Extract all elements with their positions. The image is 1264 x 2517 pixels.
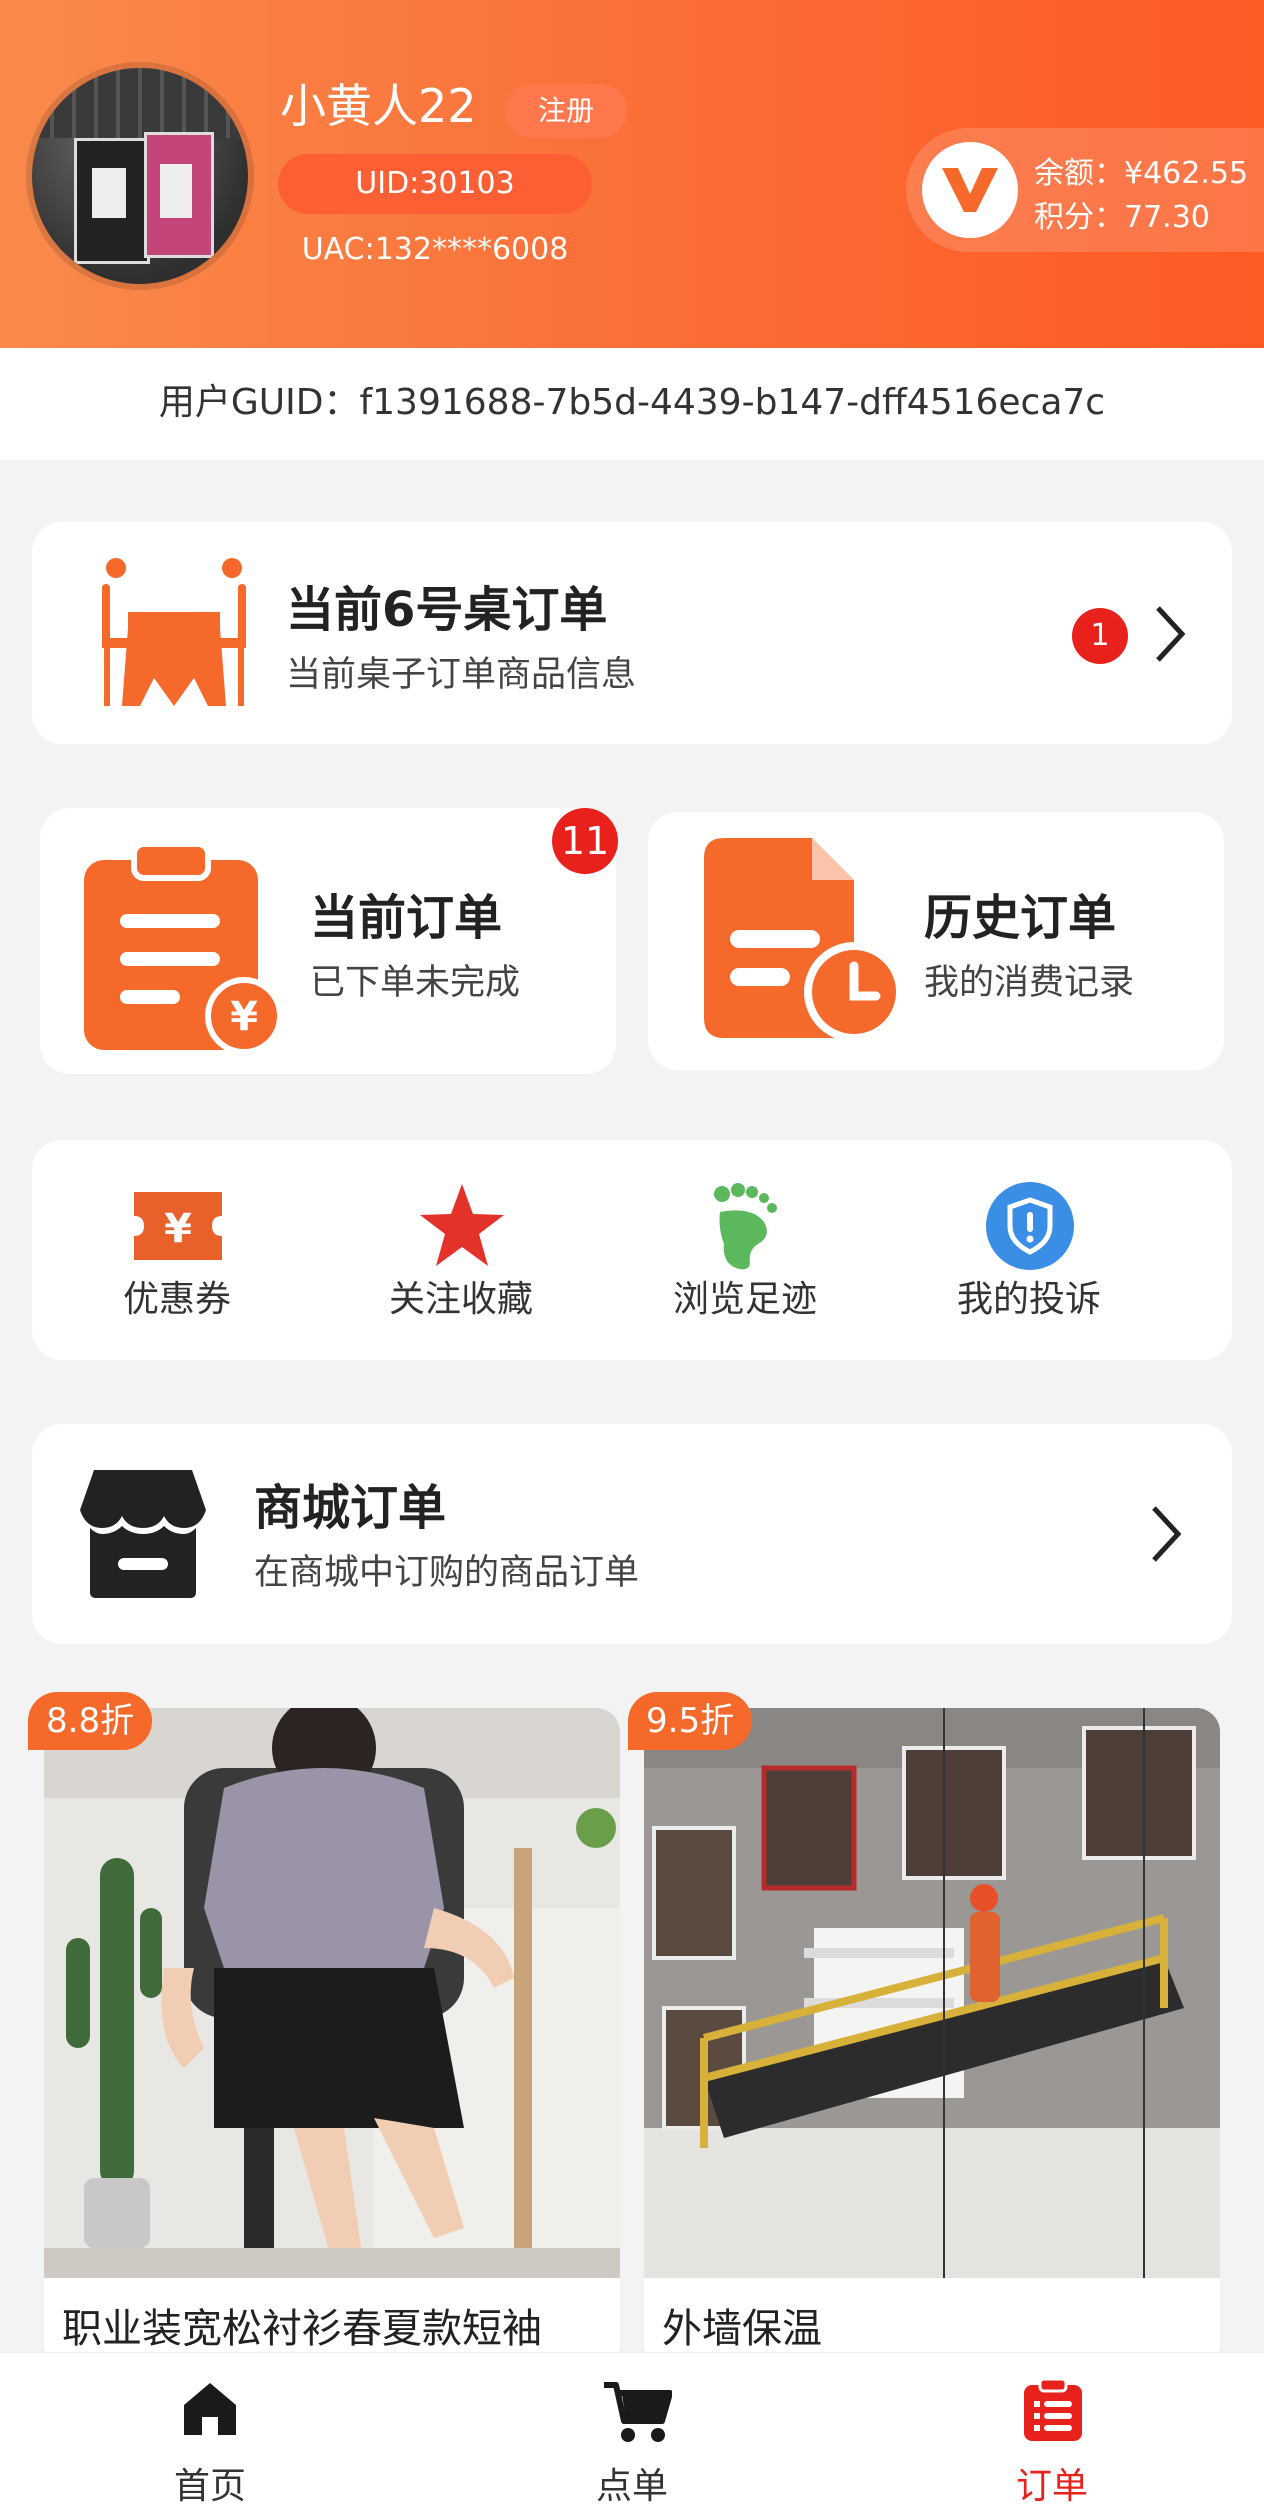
quick-action-label: 浏览足迹 <box>672 1279 817 1320</box>
star-icon <box>418 1182 506 1270</box>
dining-table-icon <box>94 558 254 712</box>
avatar-label-graphic <box>92 168 126 218</box>
table-order-title: 当前6号桌订单 <box>286 582 608 638</box>
chevron-right-icon <box>1146 1502 1186 1570</box>
quick-action-label: 关注收藏 <box>388 1279 533 1320</box>
shield-alert-icon <box>986 1182 1074 1270</box>
document-clock-icon <box>704 838 904 1052</box>
register-button[interactable]: 注册 <box>505 84 627 138</box>
uid-badge: UID:30103 <box>278 154 592 214</box>
cart-icon <box>602 2379 673 2449</box>
profile-header: 小黄人22 注册 UID:30103 UAC:132****6008 余额：¥4… <box>0 0 1264 348</box>
order-icon <box>1022 2377 1084 2447</box>
table-order-subtitle: 当前桌子订单商品信息 <box>286 655 637 695</box>
points-text: 积分：77.30 <box>1034 200 1210 235</box>
balance-card[interactable]: 余额：¥462.55 积分：77.30 <box>906 128 1264 252</box>
home-icon <box>180 2379 240 2443</box>
username: 小黄人22 <box>280 79 477 133</box>
vip-v-icon <box>922 142 1018 238</box>
history-order-card[interactable]: 历史订单 我的消费记录 <box>648 812 1224 1070</box>
quick-action-coupon[interactable]: ¥ 优惠券 <box>32 1140 322 1360</box>
footprint-icon <box>702 1182 790 1270</box>
nav-item-orders[interactable]: 订单 <box>932 2353 1172 2517</box>
coupon-icon: ¥ <box>134 1182 222 1270</box>
nav-label: 订单 <box>1015 2466 1088 2507</box>
nav-item-home[interactable]: 首页 <box>90 2353 330 2517</box>
bottom-nav: 首页 点单 订单 <box>0 2352 1264 2517</box>
avatar-label-graphic <box>160 164 192 218</box>
quick-action-complaints[interactable]: 我的投诉 <box>884 1140 1174 1360</box>
nav-label: 点单 <box>595 2466 668 2507</box>
current-order-badge: 11 <box>552 808 618 874</box>
quick-action-label: 优惠券 <box>122 1279 231 1320</box>
nav-item-order-food[interactable]: 点单 <box>512 2353 752 2517</box>
product-image <box>44 1708 620 2278</box>
mall-order-card[interactable]: 商城订单 在商城中订购的商品订单 <box>32 1424 1232 1644</box>
quick-action-footprints[interactable]: 浏览足迹 <box>600 1140 890 1360</box>
uac-text: UAC:132****6008 <box>301 232 569 267</box>
nav-label: 首页 <box>173 2466 246 2507</box>
history-order-title: 历史订单 <box>924 890 1117 946</box>
user-guid: 用户GUID：f1391688-7b5d-4439-b147-dff4516ec… <box>0 348 1264 460</box>
product-card[interactable]: 外墙保温 <box>644 1708 1220 2368</box>
discount-badge: 8.8折 <box>28 1692 153 1750</box>
quick-action-label: 我的投诉 <box>956 1279 1101 1320</box>
svg-text:¥: ¥ <box>164 1206 192 1252</box>
discount-badge: 9.5折 <box>628 1692 753 1750</box>
chevron-right-icon <box>1150 602 1190 670</box>
product-title: 外墙保温 <box>662 2306 822 2352</box>
clipboard-yuan-icon: ¥ <box>84 841 284 1058</box>
balance-text: 余额：¥462.55 <box>1034 156 1249 191</box>
current-order-title: 当前订单 <box>310 890 503 946</box>
avatar-keyboard-graphic <box>32 68 248 138</box>
mall-order-title: 商城订单 <box>254 1480 447 1536</box>
current-order-subtitle: 已下单未完成 <box>310 963 521 1003</box>
svg-text:¥: ¥ <box>230 994 258 1040</box>
avatar[interactable] <box>32 68 248 284</box>
store-icon <box>80 1470 206 1604</box>
table-order-card[interactable]: 当前6号桌订单 当前桌子订单商品信息 1 <box>32 522 1232 744</box>
current-order-card[interactable]: ¥ 当前订单 已下单未完成 11 <box>40 808 618 1074</box>
quick-action-favorites[interactable]: 关注收藏 <box>316 1140 606 1360</box>
product-card[interactable]: 职业装宽松衬衫春夏款短袖 <box>44 1708 620 2368</box>
product-title: 职业装宽松衬衫春夏款短袖 <box>62 2306 542 2352</box>
history-order-subtitle: 我的消费记录 <box>924 963 1135 1003</box>
table-order-badge: 1 <box>1072 608 1128 664</box>
product-image <box>644 1708 1220 2278</box>
mall-order-subtitle: 在商城中订购的商品订单 <box>254 1553 640 1593</box>
quick-actions-card: ¥ 优惠券 关注收藏 浏览足迹 我的投诉 <box>32 1140 1232 1360</box>
